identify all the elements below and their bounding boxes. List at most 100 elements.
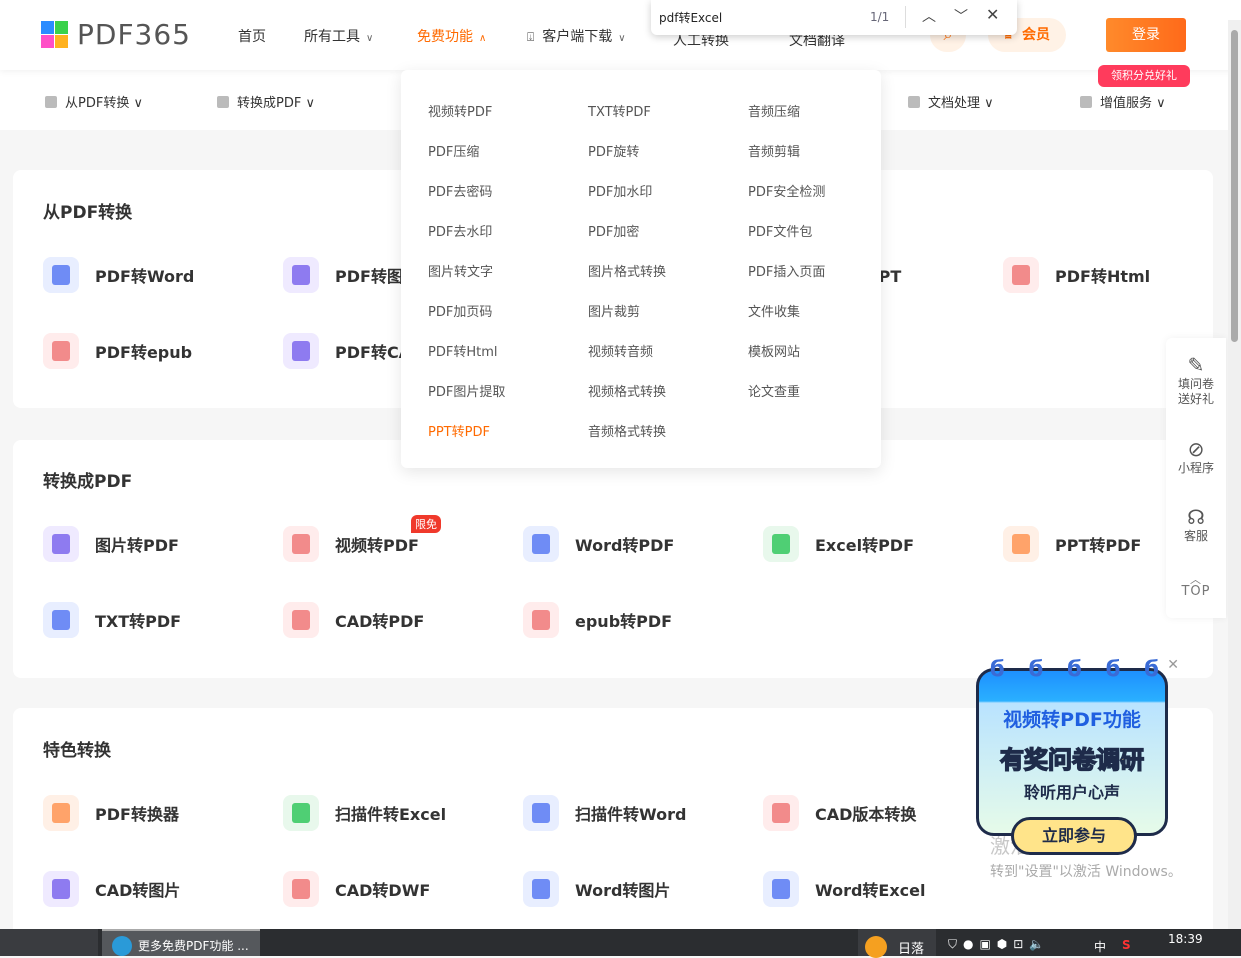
- tool-item[interactable]: 扫描件转Word: [523, 795, 686, 831]
- dropdown-item[interactable]: PDF旋转: [588, 141, 639, 160]
- login-promo-badge[interactable]: 领积分兑好礼: [1098, 65, 1190, 87]
- dropdown-item[interactable]: 图片裁剪: [588, 301, 640, 320]
- tool-label: 扫描件转Excel: [335, 805, 447, 824]
- close-icon[interactable]: ✕: [986, 5, 999, 24]
- dropdown-item[interactable]: 音频格式转换: [588, 421, 666, 440]
- subnav-to-pdf[interactable]: 转换成PDF ∨: [217, 92, 315, 111]
- subnav-from-pdf[interactable]: 从PDF转换 ∨: [45, 92, 143, 111]
- headset-icon: ☊: [1187, 505, 1205, 529]
- nav-all-tools[interactable]: 所有工具 ∨: [304, 26, 373, 46]
- dropdown-item[interactable]: 视频转PDF: [428, 101, 492, 120]
- tool-item[interactable]: Word转Excel: [763, 871, 926, 907]
- find-prev-icon[interactable]: ︿: [922, 6, 936, 26]
- survey-promo-popup[interactable]: ϭϭϭϭϭ 视频转PDF功能 有奖问卷调研 聆听用户心声 立即参与 ✕: [976, 657, 1179, 855]
- tool-item[interactable]: epub转PDF: [523, 602, 672, 638]
- dropdown-item[interactable]: 音频压缩: [748, 101, 800, 120]
- dropdown-item[interactable]: 图片转文字: [428, 261, 493, 280]
- subnav-value-added[interactable]: 增值服务 ∨: [1080, 92, 1166, 111]
- dropdown-item[interactable]: 论文查重: [748, 381, 800, 400]
- tool-item[interactable]: PDF转换器: [43, 795, 179, 831]
- tray-icons[interactable]: ⛉●▣⬢⊡🔈: [948, 937, 1050, 952]
- close-icon[interactable]: ✕: [1167, 657, 1179, 673]
- tool-label: epub转PDF: [575, 612, 673, 631]
- dropdown-item[interactable]: 音频剪辑: [748, 141, 800, 160]
- tool-icon: [763, 795, 799, 831]
- dropdown-item[interactable]: PDF插入页面: [748, 261, 825, 280]
- page-scrollbar[interactable]: [1228, 20, 1241, 929]
- tool-item[interactable]: 视频转PDF: [283, 526, 419, 562]
- mini-program-button[interactable]: ⊘ 小程序: [1166, 439, 1226, 476]
- dropdown-item[interactable]: 视频格式转换: [588, 381, 666, 400]
- tool-item[interactable]: CAD转图片: [43, 871, 180, 907]
- tool-item[interactable]: Excel转PDF: [763, 526, 914, 562]
- dropdown-item[interactable]: PPT转PDF: [428, 421, 490, 440]
- survey-button[interactable]: ✎ 填问卷 送好礼: [1166, 355, 1226, 407]
- windows-taskbar: 更多免费PDF功能 ... 日落 ⛉●▣⬢⊡🔈 中 S 18:39: [0, 929, 1241, 958]
- logo-icon[interactable]: [41, 21, 69, 49]
- promo-subtitle: 聆听用户心声: [1023, 783, 1120, 802]
- tool-label: CAD版本转换: [815, 805, 917, 824]
- dropdown-item[interactable]: PDF去密码: [428, 181, 492, 200]
- tool-item[interactable]: PPT转PDF: [1003, 526, 1141, 562]
- nav-free-features[interactable]: 免费功能 ∧: [417, 26, 486, 46]
- weather-widget[interactable]: 日落: [858, 929, 936, 958]
- clock[interactable]: 18:39: [1168, 932, 1203, 946]
- dropdown-item[interactable]: 视频转音频: [588, 341, 653, 360]
- section-title: 从PDF转换: [43, 203, 133, 223]
- nav-download[interactable]: ⍗ 客户端下载 ∨: [527, 26, 626, 46]
- dropdown-item[interactable]: PDF图片提取: [428, 381, 505, 400]
- subnav-label: 转换成PDF: [237, 96, 302, 111]
- tool-item[interactable]: CAD转PDF: [283, 602, 424, 638]
- dropdown-item[interactable]: PDF安全检测: [748, 181, 825, 200]
- tool-item[interactable]: TXT转PDF: [43, 602, 181, 638]
- free-features-dropdown: 视频转PDF PDF压缩 PDF去密码 PDF去水印 图片转文字 PDF加页码 PDF转Ht…: [401, 70, 881, 468]
- customer-service-button[interactable]: ☊ 客服: [1166, 505, 1226, 544]
- tool-item[interactable]: CAD版本转换: [763, 795, 916, 831]
- dropdown-item[interactable]: PDF加密: [588, 221, 639, 240]
- tool-icon: [523, 602, 559, 638]
- tool-item[interactable]: CAD转DWF: [283, 871, 430, 907]
- tool-item[interactable]: Word转PDF: [523, 526, 674, 562]
- dropdown-item[interactable]: 模板网站: [748, 341, 800, 360]
- promo-title: 视频转PDF功能: [1003, 709, 1141, 731]
- tool-label: PDF转Word: [95, 267, 195, 286]
- ime-indicator[interactable]: 中: [1094, 938, 1106, 955]
- scrollbar-thumb[interactable]: [1231, 30, 1238, 342]
- dropdown-item[interactable]: 图片格式转换: [588, 261, 666, 280]
- tool-item[interactable]: PDF转图片: [283, 257, 419, 293]
- dropdown-item[interactable]: PDF加水印: [588, 181, 652, 200]
- dropdown-item[interactable]: PDF文件包: [748, 221, 812, 240]
- tool-icon: [1003, 257, 1039, 293]
- tool-item[interactable]: PDF转Html: [1003, 257, 1150, 293]
- tool-label: CAD转DWF: [335, 881, 431, 900]
- tool-item[interactable]: PDF转Word: [43, 257, 194, 293]
- dropdown-item[interactable]: 文件收集: [748, 301, 800, 320]
- find-next-icon[interactable]: ﹀: [954, 6, 968, 26]
- dropdown-item[interactable]: PDF去水印: [428, 221, 492, 240]
- find-input[interactable]: pdf转Excel: [659, 9, 722, 26]
- logo-text[interactable]: PDF365: [77, 18, 191, 51]
- subnav-label: 增值服务: [1100, 96, 1153, 111]
- dropdown-item[interactable]: PDF加页码: [428, 301, 492, 320]
- tool-label: PPT转PDF: [1055, 536, 1142, 555]
- taskbar-browser-window[interactable]: 更多免费PDF功能 ...: [102, 929, 260, 956]
- tool-item[interactable]: 扫描件转Excel: [283, 795, 446, 831]
- taskbar-slot[interactable]: [0, 929, 98, 956]
- tool-icon: [43, 257, 79, 293]
- subnav-doc-process[interactable]: 文档处理 ∨: [908, 92, 994, 111]
- dropdown-item[interactable]: PDF转Html: [428, 341, 497, 360]
- tool-item[interactable]: PDF转epub: [43, 333, 192, 369]
- join-now-button[interactable]: 立即参与: [1011, 817, 1137, 855]
- survey-label: 填问卷 送好礼: [1177, 377, 1214, 406]
- mini-program-label: 小程序: [1177, 461, 1214, 475]
- pdf-icon: [45, 96, 57, 108]
- dropdown-item[interactable]: TXT转PDF: [588, 101, 651, 120]
- tool-item[interactable]: Word转图片: [523, 871, 670, 907]
- sogou-icon[interactable]: S: [1122, 938, 1131, 952]
- nav-home[interactable]: 首页: [238, 26, 266, 46]
- dropdown-item[interactable]: PDF压缩: [428, 141, 479, 160]
- login-button[interactable]: 登录: [1106, 18, 1186, 52]
- back-to-top-button[interactable]: ︿ TOP: [1166, 574, 1226, 599]
- tool-icon: [763, 871, 799, 907]
- tool-item[interactable]: 图片转PDF: [43, 526, 179, 562]
